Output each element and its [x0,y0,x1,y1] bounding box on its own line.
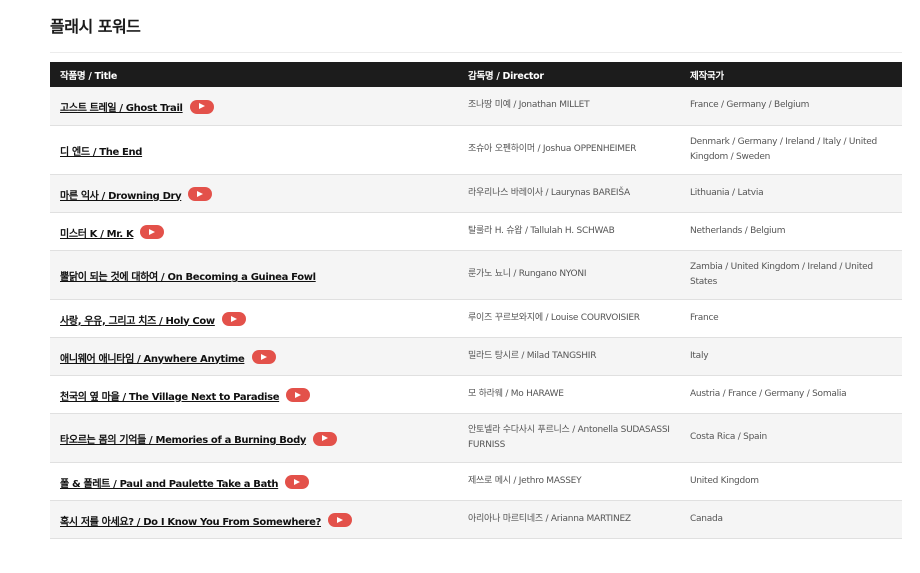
play-icon[interactable] [328,513,353,527]
country-cell: United Kingdom [680,462,902,501]
country-cell: France / Germany / Belgium [680,87,902,126]
production-country: Denmark / Germany / Ireland / Italy / Un… [690,136,877,162]
production-country: Zambia / United Kingdom / Ireland / Unit… [690,261,873,287]
production-country: United Kingdom [690,475,759,486]
country-cell: Lithuania / Latvia [680,174,902,213]
play-icon[interactable] [221,312,246,326]
director-name: 조나땅 미예 / Jonathan MILLET [468,100,590,111]
play-icon[interactable] [188,187,213,201]
title-cell: 폴 & 폴레트 / Paul and Paulette Take a Bath [50,462,458,501]
director-cell: 아리아나 마르티네즈 / Arianna MARTINEZ [458,500,680,539]
production-country: Italy [690,350,709,361]
table-header: 작품명 / Title 감독명 / Director 제작국가 [50,62,902,87]
country-cell: France [680,299,902,338]
play-icon[interactable] [286,388,311,402]
director-cell: 제쓰로 메시 / Jethro MASSEY [458,462,680,501]
director-name: 밀라드 탕시르 / Milad TANGSHIR [468,350,597,361]
director-name: 제쓰로 메시 / Jethro MASSEY [468,475,582,486]
film-title-link[interactable]: 디 엔드 / The End [60,147,142,158]
film-title-link[interactable]: 뿔닭이 되는 것에 대하여 / On Becoming a Guinea Fow… [60,272,316,283]
table-body: 고스트 트레일 / Ghost Trail 조나땅 미예 / Jonathan … [50,87,902,539]
production-country: Lithuania / Latvia [690,187,764,198]
table-row: 마른 익사 / Drowning Dry 라우리나스 바레이사 / Lauryn… [50,174,902,213]
title-cell: 뿔닭이 되는 것에 대하여 / On Becoming a Guinea Fow… [50,250,458,300]
director-cell: 조나땅 미예 / Jonathan MILLET [458,87,680,126]
table-row: 미스터 K / Mr. K 탈룰라 H. 슈왑 / Tallulah H. SC… [50,212,902,251]
film-title-link[interactable]: 혹시 저를 아세요? / Do I Know You From Somewher… [60,517,321,528]
play-icon[interactable] [285,475,310,489]
production-country: France [690,312,719,323]
country-cell: Italy [680,337,902,376]
country-cell: Austria / France / Germany / Somalia [680,375,902,414]
production-country: France / Germany / Belgium [690,100,810,111]
production-country: Canada [690,513,723,524]
film-title-link[interactable]: 사랑, 우유, 그리고 치즈 / Holy Cow [60,316,215,327]
director-cell: 모 하라웨 / Mo HARAWE [458,375,680,414]
title-cell: 사랑, 우유, 그리고 치즈 / Holy Cow [50,299,458,338]
table-row: 디 엔드 / The End 조슈아 오펜하이머 / Joshua OPPENHE… [50,125,902,175]
film-title-link[interactable]: 애니웨어 애니타임 / Anywhere Anytime [60,354,245,365]
film-title-link[interactable]: 타오르는 몸의 기억들 / Memories of a Burning Body [60,435,306,446]
director-name: 룬가노 뇨니 / Rungano NYONI [468,269,587,279]
director-name: 안토넬라 수다사시 푸르니스 / Antonella SUDASASSI FUR… [468,424,670,450]
table-row: 애니웨어 애니타임 / Anywhere Anytime 밀라드 탕시르 / M… [50,337,902,376]
country-cell: Netherlands / Belgium [680,212,902,251]
page: 플래시 포워드 작품명 / Title 감독명 / Director 제작국가 … [0,0,920,573]
play-icon[interactable] [313,431,338,446]
title-divider [50,52,902,53]
director-cell: 루이즈 꾸르보와지에 / Louise COURVOISIER [458,299,680,338]
film-title-link[interactable]: 고스트 트레일 / Ghost Trail [60,103,183,114]
film-title-link[interactable]: 폴 & 폴레트 / Paul and Paulette Take a Bath [60,479,279,490]
section-title: 플래시 포워드 [50,17,141,36]
title-cell: 혹시 저를 아세요? / Do I Know You From Somewher… [50,500,458,539]
title-cell: 애니웨어 애니타임 / Anywhere Anytime [50,337,458,376]
play-icon[interactable] [189,99,214,114]
country-cell: Denmark / Germany / Ireland / Italy / Un… [680,125,902,175]
title-cell: 고스트 트레일 / Ghost Trail [50,87,458,126]
header-title: 작품명 / Title [60,70,117,82]
director-cell: 조슈아 오펜하이머 / Joshua OPPENHEIMER [458,125,680,175]
director-cell: 밀라드 탕시르 / Milad TANGSHIR [458,337,680,376]
production-country: Austria / France / Germany / Somalia [690,388,847,399]
header-row: 작품명 / Title 감독명 / Director 제작국가 [50,62,902,87]
table-row: 사랑, 우유, 그리고 치즈 / Holy Cow 루이즈 꾸르보와지에 / L… [50,299,902,338]
table-row: 혹시 저를 아세요? / Do I Know You From Somewher… [50,500,902,539]
director-name: 아리아나 마르티네즈 / Arianna MARTINEZ [468,513,631,524]
title-cell: 마른 익사 / Drowning Dry [50,174,458,213]
production-country: Costa Rica / Spain [690,432,768,442]
country-cell: Zambia / United Kingdom / Ireland / Unit… [680,250,902,300]
film-table: 작품명 / Title 감독명 / Director 제작국가 고스트 트레일 … [50,62,902,539]
director-name: 조슈아 오펜하이머 / Joshua OPPENHEIMER [468,144,637,154]
director-cell: 안토넬라 수다사시 푸르니스 / Antonella SUDASASSI FUR… [458,413,680,463]
film-title-link[interactable]: 미스터 K / Mr. K [60,229,134,240]
director-name: 모 하라웨 / Mo HARAWE [468,388,564,399]
director-cell: 룬가노 뇨니 / Rungano NYONI [458,250,680,300]
title-cell: 디 엔드 / The End [50,125,458,175]
header-director: 감독명 / Director [468,70,544,82]
play-icon[interactable] [251,350,276,364]
director-name: 라우리나스 바레이사 / Laurynas BAREIŠA [468,187,630,198]
table-row: 뿔닭이 되는 것에 대하여 / On Becoming a Guinea Fow… [50,250,902,300]
table-row: 고스트 트레일 / Ghost Trail 조나땅 미예 / Jonathan … [50,87,902,126]
play-icon[interactable] [140,225,165,239]
film-title-link[interactable]: 마른 익사 / Drowning Dry [60,191,182,202]
title-cell: 천국의 옆 마을 / The Village Next to Paradise [50,375,458,414]
production-country: Netherlands / Belgium [690,225,786,236]
director-name: 탈룰라 H. 슈왑 / Tallulah H. SCHWAB [468,225,615,236]
title-cell: 미스터 K / Mr. K [50,212,458,251]
header-country: 제작국가 [690,70,724,82]
country-cell: Canada [680,500,902,539]
table-row: 천국의 옆 마을 / The Village Next to Paradise … [50,375,902,414]
director-cell: 라우리나스 바레이사 / Laurynas BAREIŠA [458,174,680,213]
country-cell: Costa Rica / Spain [680,413,902,463]
title-cell: 타오르는 몸의 기억들 / Memories of a Burning Body [50,413,458,463]
film-title-link[interactable]: 천국의 옆 마을 / The Village Next to Paradise [60,392,280,403]
table-row: 폴 & 폴레트 / Paul and Paulette Take a Bath … [50,462,902,501]
director-cell: 탈룰라 H. 슈왑 / Tallulah H. SCHWAB [458,212,680,251]
director-name: 루이즈 꾸르보와지에 / Louise COURVOISIER [468,312,640,323]
table-row: 타오르는 몸의 기억들 / Memories of a Burning Body… [50,413,902,463]
